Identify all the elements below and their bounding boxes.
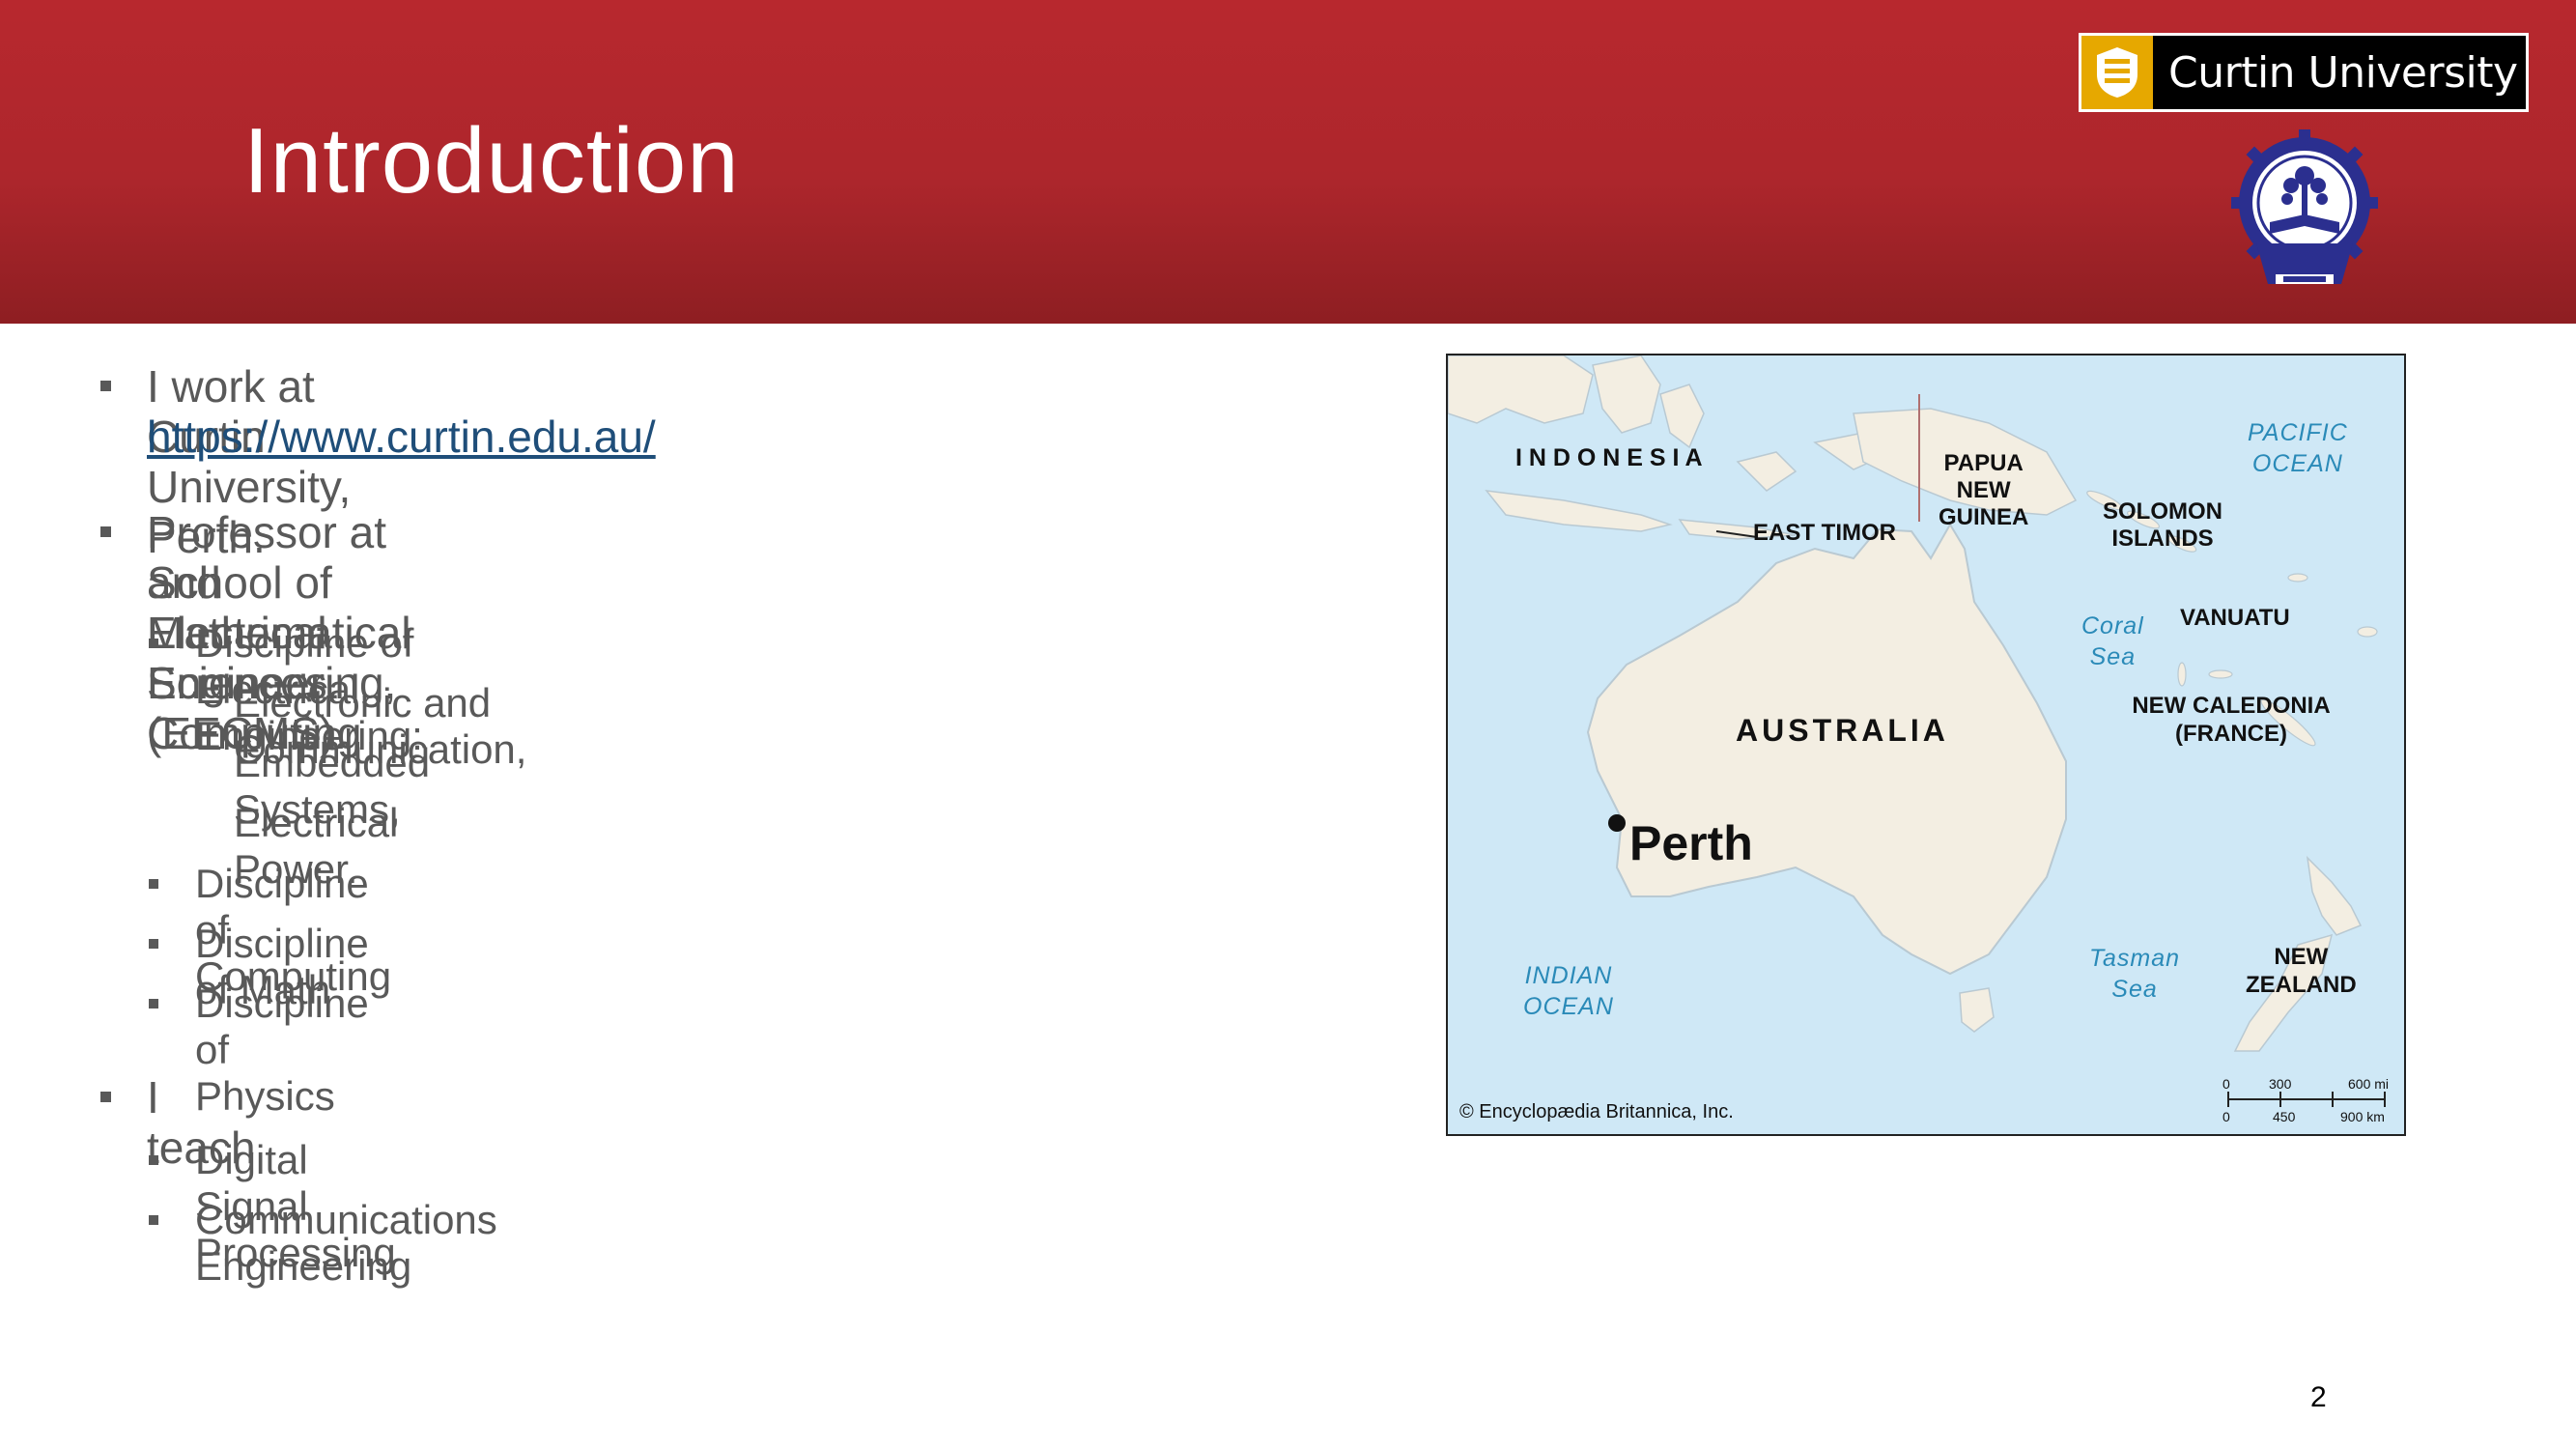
map-label-coral-line1: Coral	[2081, 612, 2144, 639]
sub-bullet-marker	[149, 1155, 158, 1165]
map-label-indian-line2: OCEAN	[1523, 993, 1614, 1020]
map-label-indian: INDIAN OCEAN	[1523, 960, 1614, 1022]
australia-map: I N D O N E S I A PAPUA NEW GUINEA EAST …	[1446, 354, 2406, 1136]
map-label-new-caledonia: NEW CALEDONIA (FRANCE)	[2120, 692, 2342, 748]
map-label-perth: Perth	[1629, 816, 1753, 870]
map-label-east-timor: EAST TIMOR	[1753, 520, 1896, 546]
map-label-pacific-line2: OCEAN	[2251, 450, 2343, 477]
map-label-papua-line3: GUINEA	[1939, 504, 2029, 530]
map-label-tasman: Tasman Sea	[2089, 943, 2180, 1005]
map-label-new-zealand-line2: ZEALAND	[2246, 972, 2357, 998]
map-label-new-zealand: NEW ZEALAND	[2246, 943, 2357, 999]
perth-marker-icon	[1608, 814, 1626, 832]
map-label-solomon: SOLOMON ISLANDS	[2103, 498, 2222, 553]
map-label-pacific-line1: PACIFIC	[2248, 419, 2348, 446]
map-label-new-zealand-line1: NEW	[2274, 944, 2329, 970]
map-label-pacific: PACIFIC OCEAN	[2248, 417, 2348, 479]
map-label-papua: PAPUA NEW GUINEA	[1939, 450, 2028, 531]
sub-bullet-marker	[149, 1215, 158, 1225]
sub-bullet-marker	[149, 939, 158, 949]
curtin-logo: Curtin University	[2079, 33, 2529, 112]
map-label-coral-line2: Sea	[2089, 643, 2137, 670]
map-label-tasman-line1: Tasman	[2089, 945, 2181, 972]
map-label-indian-line1: INDIAN	[1524, 962, 1613, 989]
bullet-marker	[100, 1092, 111, 1102]
map-label-papua-line2: NEW	[1956, 477, 2011, 503]
sub-bullet-marker	[149, 879, 158, 889]
map-label-new-caledonia-line1: NEW CALEDONIA	[2132, 693, 2331, 719]
bullet-marker	[100, 526, 111, 537]
scale-mi-1: 300	[2269, 1076, 2292, 1092]
map-label-vanuatu: VANUATU	[2180, 605, 2290, 631]
curtin-name: Curtin University	[2168, 47, 2518, 98]
curtin-link-container: https://www.curtin.edu.au/	[147, 412, 656, 462]
map-label-papua-line1: PAPUA	[1943, 450, 2024, 476]
scale-mi-2: 600 mi	[2348, 1076, 2390, 1092]
scale-km-2: 900 km	[2340, 1109, 2385, 1124]
scale-mi-0: 0	[2222, 1076, 2230, 1092]
sub-bullet-marker	[149, 639, 158, 648]
map-label-indonesia: I N D O N E S I A	[1515, 444, 1703, 471]
map-label-tasman-line2: Sea	[2111, 976, 2158, 1003]
map-label-solomon-line2: ISLANDS	[2111, 526, 2214, 552]
page-number: 2	[2310, 1381, 2327, 1413]
scale-km-0: 0	[2222, 1109, 2230, 1124]
map-label-australia: AUSTRALIA	[1736, 713, 1949, 748]
scale-km-1: 450	[2273, 1109, 2296, 1124]
map-label-coral: Coral Sea	[2081, 611, 2144, 672]
bullet-marker	[100, 381, 111, 391]
curtin-website-link[interactable]: https://www.curtin.edu.au/	[147, 412, 656, 462]
iit-kgp-seal-icon	[2231, 129, 2378, 284]
sub-bullet-marker	[149, 999, 158, 1009]
slide-title: Introduction	[243, 109, 740, 213]
map-label-solomon-line1: SOLOMON	[2103, 498, 2222, 525]
map-label-new-caledonia-line2: (FRANCE)	[2175, 721, 2287, 747]
teach-comm: Communications Engineering	[195, 1197, 497, 1289]
curtin-shield-icon	[2081, 36, 2153, 109]
map-copyright: © Encyclopædia Britannica, Inc.	[1459, 1101, 1734, 1122]
